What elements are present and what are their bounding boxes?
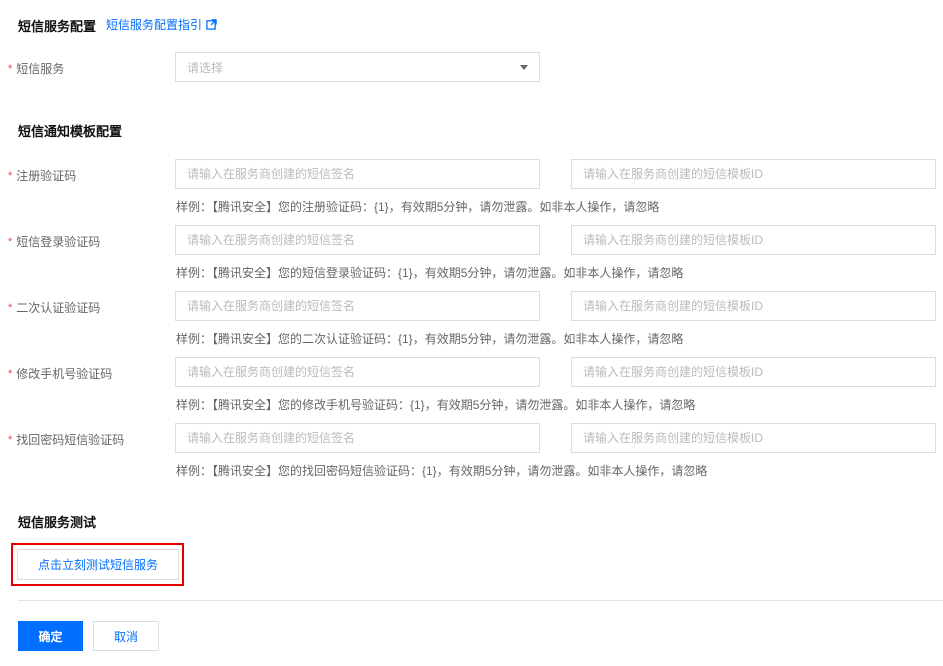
template-row-label: * 二次认证验证码: [8, 299, 100, 316]
template-row-label-text: 修改手机号验证码: [16, 367, 113, 381]
sms-service-label: * 短信服务: [8, 60, 64, 77]
sms-service-label-text: 短信服务: [16, 62, 65, 76]
template-row-label: * 注册验证码: [8, 167, 76, 184]
reset-password-code-sign-input[interactable]: [175, 423, 540, 453]
template-row-label: * 修改手机号验证码: [8, 365, 112, 382]
sms-service-select[interactable]: 请选择: [175, 52, 540, 82]
login-code-example: 样例：【腾讯安全】您的短信登录验证码：{1}，有效期5分钟，请勿泄露。如非本人操…: [176, 266, 684, 280]
sms-config-title: 短信服务配置: [18, 19, 97, 34]
test-sms-button[interactable]: 点击立刻测试短信服务: [17, 549, 179, 580]
change-phone-code-sign-input[interactable]: [175, 357, 540, 387]
register-code-template-input[interactable]: [571, 159, 936, 189]
change-phone-code-example: 样例：【腾讯安全】您的修改手机号验证码：{1}，有效期5分钟，请勿泄露。如非本人…: [176, 398, 696, 412]
template-row-label-text: 注册验证码: [16, 169, 77, 183]
external-link-icon: [206, 19, 217, 30]
template-row-label: * 短信登录验证码: [8, 233, 100, 250]
sms-service-select-placeholder: 请选择: [187, 60, 224, 75]
reset-password-code-example: 样例：【腾讯安全】您的找回密码短信验证码：{1}，有效期5分钟，请勿泄露。如非本…: [176, 464, 708, 478]
2fa-code-example: 样例：【腾讯安全】您的二次认证验证码：{1}，有效期5分钟，请勿泄露。如非本人操…: [176, 332, 684, 346]
required-mark: *: [8, 235, 13, 248]
chevron-down-icon: [520, 64, 528, 70]
change-phone-code-template-input[interactable]: [571, 357, 936, 387]
login-code-sign-input[interactable]: [175, 225, 540, 255]
login-code-template-input[interactable]: [571, 225, 936, 255]
required-mark: *: [8, 62, 13, 75]
required-mark: *: [8, 301, 13, 314]
template-config-title: 短信通知模板配置: [18, 124, 123, 139]
guide-link-label: 短信服务配置指引: [106, 18, 203, 32]
template-row-label-text: 找回密码短信验证码: [16, 433, 125, 447]
template-row-label: * 找回密码短信验证码: [8, 431, 124, 448]
2fa-code-template-input[interactable]: [571, 291, 936, 321]
confirm-button[interactable]: 确定: [18, 621, 83, 651]
footer-divider: [18, 600, 943, 601]
template-row-label-text: 短信登录验证码: [16, 235, 101, 249]
sms-config-guide-link[interactable]: 短信服务配置指引: [106, 16, 217, 33]
reset-password-code-template-input[interactable]: [571, 423, 936, 453]
register-code-sign-input[interactable]: [175, 159, 540, 189]
2fa-code-sign-input[interactable]: [175, 291, 540, 321]
cancel-button[interactable]: 取消: [93, 621, 159, 651]
template-row-label-text: 二次认证验证码: [16, 301, 101, 315]
register-code-example: 样例：【腾讯安全】您的注册验证码：{1}，有效期5分钟，请勿泄露。如非本人操作，…: [176, 200, 660, 214]
required-mark: *: [8, 433, 13, 446]
required-mark: *: [8, 169, 13, 182]
required-mark: *: [8, 367, 13, 380]
sms-test-title: 短信服务测试: [18, 515, 97, 530]
